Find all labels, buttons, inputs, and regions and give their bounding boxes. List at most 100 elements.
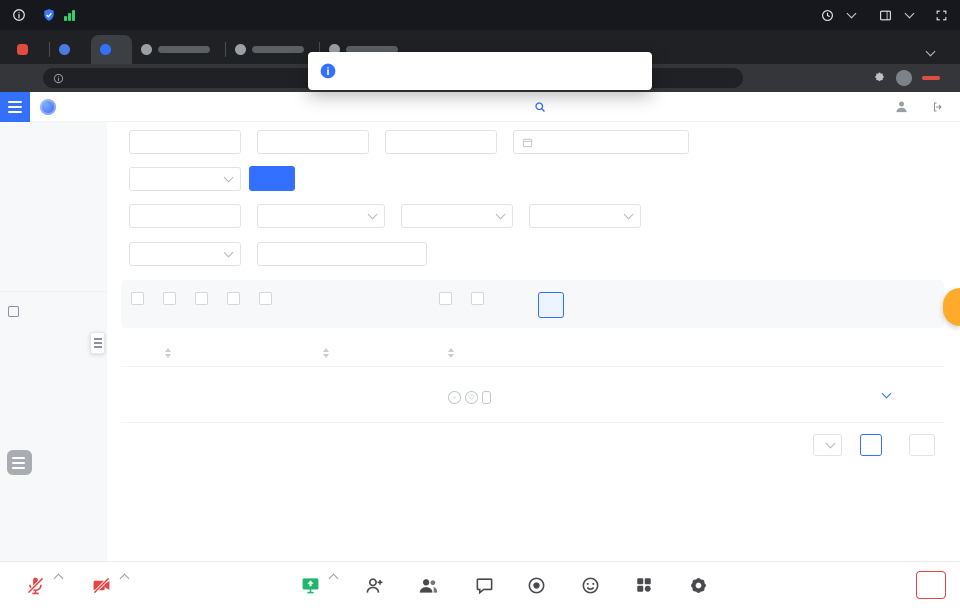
info-icon xyxy=(320,63,336,79)
sidebar-menu-button[interactable] xyxy=(0,92,30,122)
checkbox[interactable] xyxy=(259,292,272,305)
checkbox[interactable] xyxy=(195,292,208,305)
site-info-icon[interactable] xyxy=(53,73,64,84)
phone-input[interactable] xyxy=(257,130,369,154)
addressbar-actions xyxy=(873,70,950,86)
apps-button[interactable] xyxy=(615,565,673,607)
checkbox[interactable] xyxy=(131,292,144,305)
order-status-select[interactable] xyxy=(129,167,241,191)
quick-search[interactable] xyxy=(534,101,550,113)
goto-page-input[interactable] xyxy=(909,434,935,456)
meeting-toolbar xyxy=(0,561,960,610)
checkbox-external[interactable] xyxy=(259,292,277,305)
record-button[interactable] xyxy=(507,565,565,607)
app-header xyxy=(0,92,960,122)
sidebar-item-door-pickup[interactable] xyxy=(0,170,107,198)
sort-icon[interactable] xyxy=(323,348,329,358)
browser-tab[interactable] xyxy=(226,35,319,64)
checkbox-self-pickup[interactable] xyxy=(439,292,457,305)
fullscreen-icon[interactable] xyxy=(935,9,948,22)
header-actions xyxy=(894,99,960,114)
tab-favicon xyxy=(235,44,246,55)
order-type-select[interactable] xyxy=(401,204,513,228)
sidebar-group-header[interactable] xyxy=(0,299,107,324)
sidebar-item-member-visit[interactable] xyxy=(0,198,107,226)
video-options-caret[interactable] xyxy=(120,574,130,584)
settings-button[interactable] xyxy=(669,565,727,607)
mic-options-caret[interactable] xyxy=(54,574,64,584)
user-avatar-icon xyxy=(894,99,909,114)
sidebar-item-card-pickup[interactable] xyxy=(0,226,107,254)
search-button[interactable] xyxy=(249,166,295,191)
browser-tab[interactable] xyxy=(50,35,91,64)
sidebar-item-batch-verify[interactable] xyxy=(0,254,107,282)
tab-search-icon[interactable] xyxy=(926,47,936,57)
checkbox-store[interactable] xyxy=(163,292,181,305)
checkbox[interactable] xyxy=(163,292,176,305)
sidebar-section-title xyxy=(0,122,107,142)
timer-icon xyxy=(821,9,834,22)
table-header xyxy=(121,340,944,367)
start-video-button[interactable] xyxy=(72,565,130,607)
meeting-toast xyxy=(308,52,652,90)
timer-dropdown-icon[interactable] xyxy=(847,9,857,19)
pickup-code-input[interactable] xyxy=(385,130,497,154)
browser-tab-active[interactable] xyxy=(91,35,132,64)
filter-row-4 xyxy=(121,242,427,266)
delivery-options xyxy=(439,292,489,305)
chat-button[interactable] xyxy=(455,565,513,607)
return-original-order-button[interactable] xyxy=(538,292,564,318)
user-account[interactable] xyxy=(894,99,914,114)
sidebar-item-phone-pickup[interactable] xyxy=(0,142,107,170)
members-button[interactable] xyxy=(399,565,457,607)
checkbox-consumer[interactable] xyxy=(195,292,213,305)
view-dropdown-icon[interactable] xyxy=(905,9,915,19)
tab-title-placeholder xyxy=(158,46,210,53)
share-screen-button[interactable] xyxy=(281,565,339,607)
all-actions-dropdown[interactable] xyxy=(879,393,890,397)
terminal-type-select[interactable] xyxy=(129,242,241,266)
view-mode-icon xyxy=(879,9,892,22)
tab-favicon xyxy=(59,44,70,55)
browser-tab[interactable] xyxy=(8,35,49,64)
react-button[interactable] xyxy=(561,565,619,607)
receiver-input[interactable] xyxy=(129,204,241,228)
network-signal-icon[interactable] xyxy=(64,9,75,21)
current-page[interactable] xyxy=(860,434,882,456)
source-filter-box xyxy=(121,280,944,328)
chevron-down-icon xyxy=(496,210,506,220)
leave-meeting-button[interactable] xyxy=(916,571,946,599)
goods-type-select[interactable] xyxy=(529,204,641,228)
unmute-button[interactable] xyxy=(6,565,64,607)
sort-icon[interactable] xyxy=(165,348,171,358)
logout-button[interactable] xyxy=(932,101,948,113)
invite-button[interactable] xyxy=(345,565,403,607)
sidebar-item-hq-dispatch[interactable] xyxy=(0,399,107,424)
checkbox[interactable] xyxy=(227,292,240,305)
checkbox-delivery[interactable] xyxy=(471,292,489,305)
checkbox-hq[interactable] xyxy=(131,292,149,305)
list-float-button[interactable] xyxy=(7,450,32,475)
order-no-input[interactable] xyxy=(129,130,241,154)
checkbox[interactable] xyxy=(471,292,484,305)
expect-date-range[interactable] xyxy=(257,242,427,266)
share-screen-icon xyxy=(301,576,320,595)
sort-icon[interactable] xyxy=(448,348,454,358)
checkbox[interactable] xyxy=(439,292,452,305)
security-shield-icon[interactable] xyxy=(42,8,56,22)
sidebar-collapse-handle[interactable] xyxy=(90,332,105,354)
pagination xyxy=(804,434,944,456)
tabstrip-controls xyxy=(927,51,960,64)
brand-select[interactable] xyxy=(257,204,385,228)
browser-profile-avatar[interactable] xyxy=(896,70,912,86)
share-options-caret[interactable] xyxy=(329,574,339,584)
sidebar-item-all-orders[interactable] xyxy=(0,374,107,399)
browser-tab[interactable] xyxy=(132,35,225,64)
pickup-time-range[interactable] xyxy=(513,130,689,154)
page-size-select[interactable] xyxy=(813,434,842,456)
table-row: ◦ ♡ xyxy=(121,367,944,423)
chrome-update-button[interactable] xyxy=(922,76,940,80)
tab-title-placeholder xyxy=(252,46,304,53)
extensions-icon[interactable] xyxy=(873,72,886,85)
checkbox-warehouse-coop[interactable] xyxy=(227,292,245,305)
